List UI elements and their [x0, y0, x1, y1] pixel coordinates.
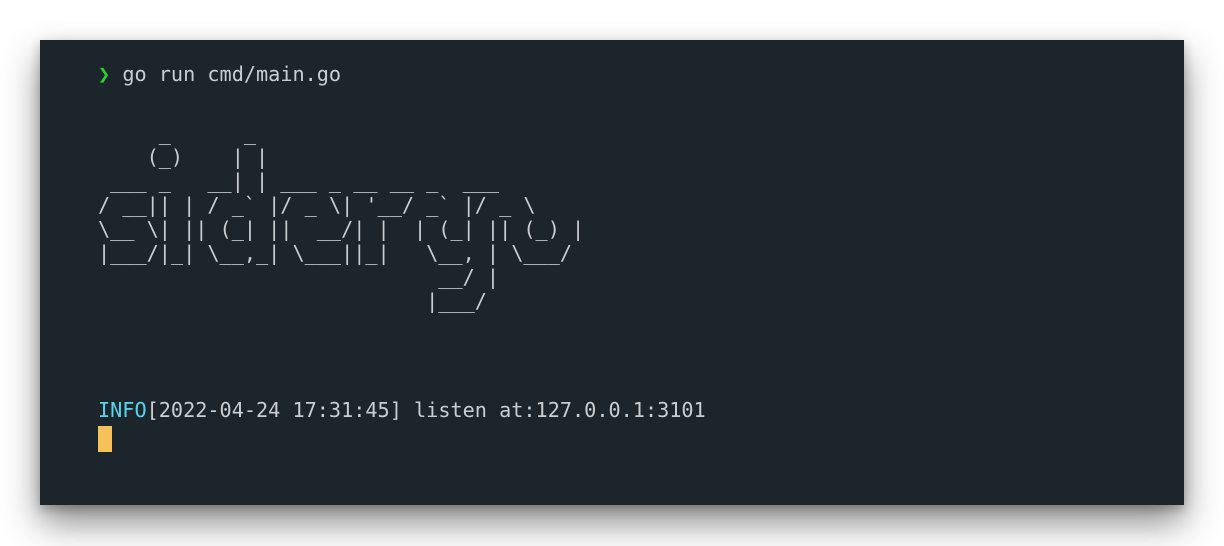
ascii-banner: _ _ (_) | | ___ _ __| | ___ _ __ __ _ __…	[98, 121, 585, 313]
log-line: INFO[2022-04-24 17:31:45] listen at:127.…	[98, 398, 706, 422]
log-message: listen at:127.0.0.1:3101	[414, 398, 706, 422]
terminal-cursor[interactable]	[98, 426, 112, 452]
prompt-arrow-icon: ❯	[98, 62, 111, 86]
log-timestamp: [2022-04-24 17:31:45]	[146, 398, 402, 422]
terminal-window[interactable]: ❯ go run cmd/main.go _ _ (_) | | ___ _ _…	[40, 40, 1184, 505]
command-text: go run cmd/main.go	[122, 62, 342, 86]
log-level: INFO	[98, 398, 147, 422]
command-line: ❯ go run cmd/main.go	[98, 62, 341, 86]
